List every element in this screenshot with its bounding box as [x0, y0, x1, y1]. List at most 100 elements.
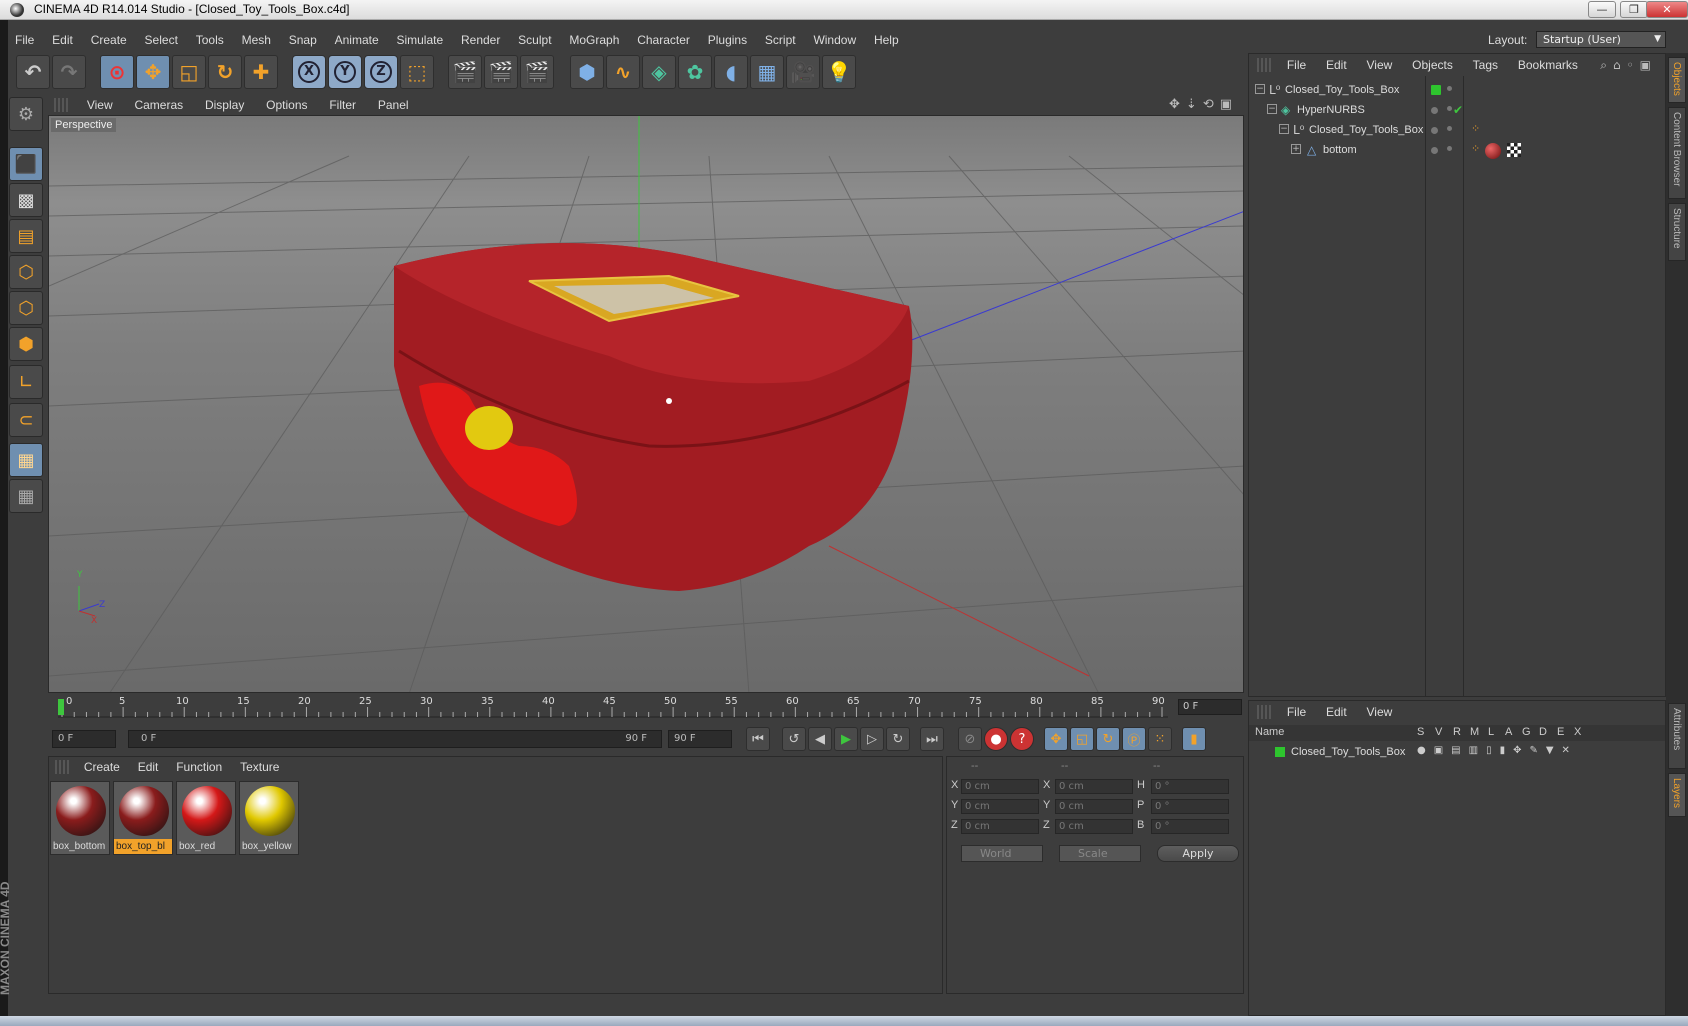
- position-y-field[interactable]: 0 cm: [961, 799, 1039, 814]
- viewport-menu-options[interactable]: Options: [257, 95, 316, 115]
- points-mode-button[interactable]: ⬡: [9, 255, 43, 289]
- uvw-tag-icon[interactable]: [1507, 143, 1521, 157]
- keyframe-selection-button[interactable]: ?: [1010, 727, 1034, 751]
- go-to-end-button[interactable]: ⏭: [920, 727, 944, 751]
- phong-tag-icon[interactable]: ⁘: [1471, 142, 1480, 155]
- objects-menu-edit[interactable]: Edit: [1318, 54, 1355, 76]
- recent-tools-button[interactable]: ✚: [244, 55, 278, 89]
- objects-menu-file[interactable]: File: [1279, 54, 1314, 76]
- move-tool-button[interactable]: ✥: [136, 55, 170, 89]
- layers-menu-edit[interactable]: Edit: [1318, 701, 1355, 723]
- viewport-menu-view[interactable]: View: [78, 95, 122, 115]
- next-frame-button[interactable]: ▷: [860, 727, 884, 751]
- render-dot[interactable]: [1447, 106, 1452, 111]
- model-mode-button[interactable]: ⬛: [9, 147, 43, 181]
- tab-objects[interactable]: Objects: [1668, 57, 1686, 103]
- nurbs-button[interactable]: ◈: [642, 55, 676, 89]
- render-view-button[interactable]: 🎬: [448, 55, 482, 89]
- size-mode-select[interactable]: Scale: [1059, 845, 1141, 862]
- edges-mode-button[interactable]: ⬡: [9, 291, 43, 325]
- layers-menu-file[interactable]: File: [1279, 701, 1314, 723]
- menu-sculpt[interactable]: Sculpt: [511, 29, 558, 51]
- material-swatch[interactable]: box_top_bl: [113, 781, 173, 855]
- deformer-button[interactable]: ◖: [714, 55, 748, 89]
- menu-window[interactable]: Window: [806, 29, 863, 51]
- light-button[interactable]: 💡: [822, 55, 856, 89]
- objects-menu-tags[interactable]: Tags: [1465, 54, 1506, 76]
- menu-mesh[interactable]: Mesh: [235, 29, 278, 51]
- axis-mode-button[interactable]: ∟: [9, 365, 43, 399]
- position-x-field[interactable]: 0 cm: [961, 779, 1039, 794]
- layer-color-swatch[interactable]: [1431, 85, 1441, 95]
- viewport-menu-filter[interactable]: Filter: [320, 95, 365, 115]
- restore-button[interactable]: ❐: [1620, 1, 1648, 18]
- size-z-field[interactable]: 0 cm: [1055, 819, 1133, 834]
- autokey-button[interactable]: ●: [984, 727, 1008, 751]
- enabled-check-icon[interactable]: ✔: [1453, 103, 1463, 117]
- key-parameter-toggle[interactable]: Ⓟ: [1122, 727, 1146, 751]
- material-tag-icon[interactable]: [1485, 143, 1501, 159]
- material-menu-create[interactable]: Create: [77, 757, 127, 777]
- menu-select[interactable]: Select: [138, 29, 185, 51]
- viewport-menu-display[interactable]: Display: [196, 95, 253, 115]
- coordinate-space-select[interactable]: World: [961, 845, 1043, 862]
- visibility-dot[interactable]: [1431, 127, 1438, 134]
- object-manager-search-icons[interactable]: ⌕⌂◦▣: [1600, 58, 1657, 73]
- viewport-menu-panel[interactable]: Panel: [369, 95, 418, 115]
- viewport-menu-cameras[interactable]: Cameras: [125, 95, 192, 115]
- floor-button[interactable]: ▦: [750, 55, 784, 89]
- menu-render[interactable]: Render: [454, 29, 507, 51]
- snap-button[interactable]: ⊂: [9, 403, 43, 437]
- redo-button[interactable]: ↷: [52, 55, 86, 89]
- render-settings-button[interactable]: 🎬: [520, 55, 554, 89]
- tree-toggle-icon[interactable]: −: [1255, 84, 1265, 94]
- size-x-field[interactable]: 0 cm: [1055, 779, 1133, 794]
- x-axis-lock-button[interactable]: X: [292, 55, 326, 89]
- tree-toggle-icon[interactable]: −: [1279, 124, 1289, 134]
- layers-menu-view[interactable]: View: [1359, 701, 1401, 723]
- objects-menu-bookmarks[interactable]: Bookmarks: [1510, 54, 1586, 76]
- tree-toggle-icon[interactable]: −: [1267, 104, 1277, 114]
- rotation-h-field[interactable]: 0 °: [1151, 779, 1229, 794]
- menu-edit[interactable]: Edit: [45, 29, 80, 51]
- timeline[interactable]: 0 5 10 15 20 25 30 35 40 45 50 55 60 65 …: [48, 695, 1244, 725]
- menu-simulate[interactable]: Simulate: [389, 29, 450, 51]
- visibility-dot[interactable]: [1447, 86, 1452, 91]
- end-frame-field[interactable]: 90 F: [668, 730, 732, 748]
- object-row[interactable]: − L⁰ Closed_Toy_Tools_Box ⁘: [1249, 121, 1665, 141]
- tab-layers[interactable]: Layers: [1668, 773, 1686, 817]
- scale-tool-button[interactable]: ◱: [172, 55, 206, 89]
- size-y-field[interactable]: 0 cm: [1055, 799, 1133, 814]
- cube-primitive-button[interactable]: ⬢: [570, 55, 604, 89]
- apply-button[interactable]: Apply: [1157, 845, 1239, 862]
- spline-pen-button[interactable]: ∿: [606, 55, 640, 89]
- start-frame-field[interactable]: 0 F: [52, 730, 116, 748]
- menu-file[interactable]: File: [8, 29, 41, 51]
- layer-row[interactable]: Closed_Toy_Tools_Box ●▣▤▥▯▮✥✎▼✕: [1249, 743, 1665, 763]
- workplane-lock-button[interactable]: ▦: [9, 443, 43, 477]
- objects-menu-objects[interactable]: Objects: [1404, 54, 1461, 76]
- menu-character[interactable]: Character: [630, 29, 697, 51]
- perspective-viewport[interactable]: Perspective Y X Z: [48, 115, 1244, 693]
- tab-attributes[interactable]: Attributes: [1668, 703, 1686, 769]
- position-z-field[interactable]: 0 cm: [961, 819, 1039, 834]
- live-selection-button[interactable]: ⊙: [100, 55, 134, 89]
- rotation-b-field[interactable]: 0 °: [1151, 819, 1229, 834]
- texture-mode-button[interactable]: ▩: [9, 183, 43, 217]
- tab-structure[interactable]: Structure: [1668, 203, 1686, 261]
- key-rotation-toggle[interactable]: ↻: [1096, 727, 1120, 751]
- previous-key-button[interactable]: ↺: [782, 727, 806, 751]
- menu-help[interactable]: Help: [867, 29, 906, 51]
- tree-toggle-icon[interactable]: +: [1291, 144, 1301, 154]
- tab-content-browser[interactable]: Content Browser: [1668, 107, 1686, 199]
- layer-color-swatch[interactable]: [1275, 747, 1285, 757]
- menu-script[interactable]: Script: [758, 29, 803, 51]
- object-row[interactable]: − L⁰ Closed_Toy_Tools_Box: [1249, 81, 1665, 101]
- minimize-button[interactable]: —: [1588, 1, 1616, 18]
- play-button[interactable]: ▶: [834, 727, 858, 751]
- current-frame-field[interactable]: 0 F: [1178, 699, 1242, 715]
- visibility-dot[interactable]: [1431, 107, 1438, 114]
- render-picture-viewer-button[interactable]: 🎬: [484, 55, 518, 89]
- menu-snap[interactable]: Snap: [282, 29, 324, 51]
- key-scale-toggle[interactable]: ◱: [1070, 727, 1094, 751]
